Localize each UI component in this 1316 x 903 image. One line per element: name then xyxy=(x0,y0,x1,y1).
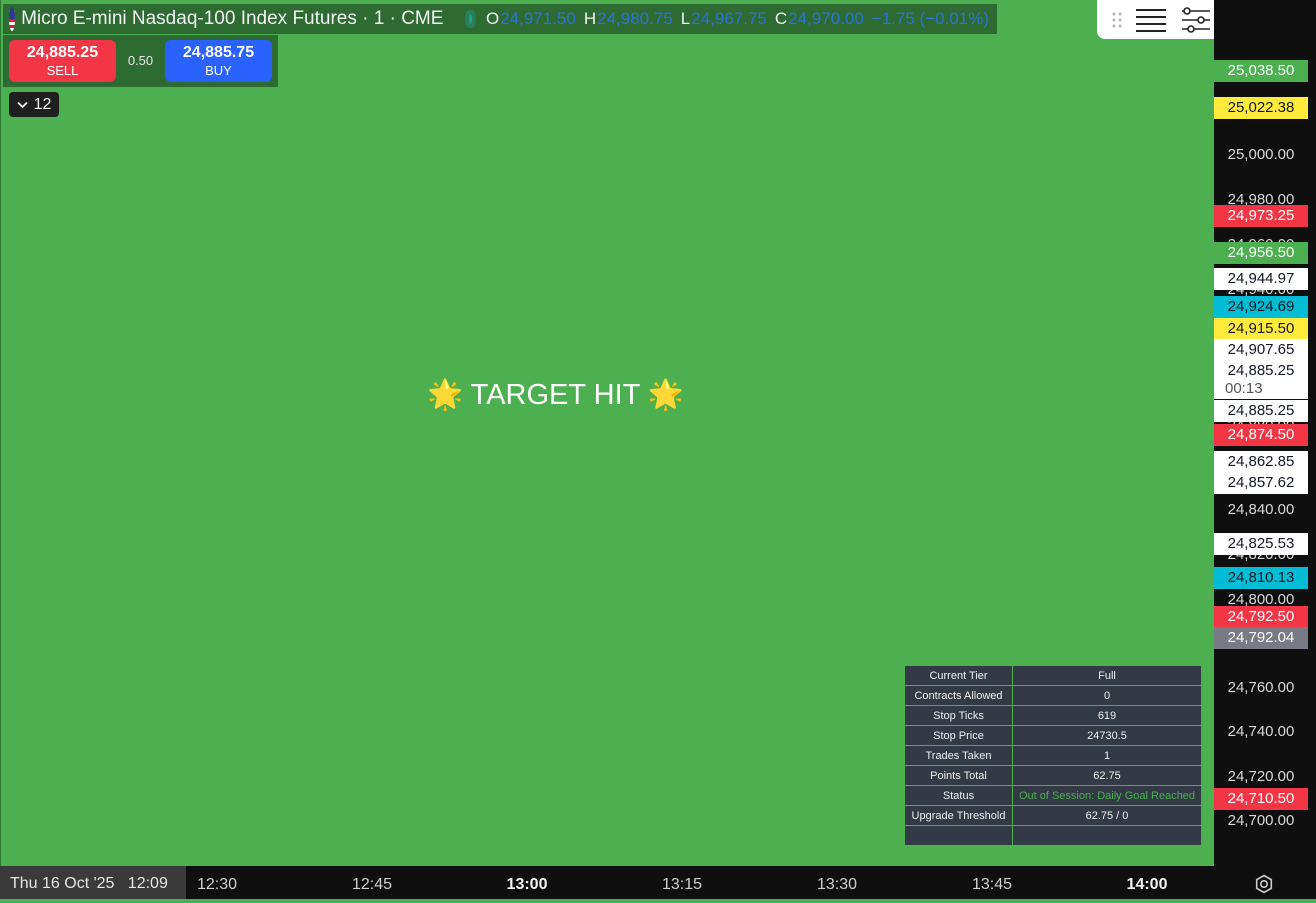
table-row: Trades Taken 1 xyxy=(904,745,1202,766)
stat-key xyxy=(904,825,1013,846)
price-tick-label: 24,840.00 xyxy=(1227,501,1295,518)
time-text: 12:09 xyxy=(127,875,168,892)
price-level-label: 24,825.53 xyxy=(1214,533,1308,555)
sell-price: 24,885.25 xyxy=(26,44,99,61)
buy-label: BUY xyxy=(205,63,232,78)
trade-panel: 24,885.25 SELL 0.50 24,885.75 BUY xyxy=(3,35,278,87)
indicator-count: 12 xyxy=(33,95,52,113)
price-tick-label: 24,740.00 xyxy=(1227,723,1295,740)
stat-value: 62.75 / 0 xyxy=(1012,805,1202,826)
stat-key: Contracts Allowed xyxy=(904,685,1013,706)
price-level-label: 24,956.50 xyxy=(1214,242,1308,264)
table-row: Contracts Allowed 0 xyxy=(904,685,1202,706)
stat-key: Status xyxy=(904,785,1013,806)
stat-key: Upgrade Threshold xyxy=(904,805,1013,826)
time-tick-label: 14:00 xyxy=(1126,876,1168,893)
stat-value: 1 xyxy=(1012,745,1202,766)
time-tick-label: 13:45 xyxy=(971,876,1013,893)
price-tick-label: 24,700.00 xyxy=(1227,812,1295,829)
stat-value: 619 xyxy=(1012,705,1202,726)
table-row: Stop Ticks 619 xyxy=(904,705,1202,726)
sell-label: SELL xyxy=(46,63,79,78)
stat-value: Full xyxy=(1012,665,1202,686)
price-level-label: 24,973.25 xyxy=(1214,205,1308,227)
buy-price: 24,885.75 xyxy=(182,44,255,61)
crosshair-date-label: Thu 16 Oct '25 12:09 xyxy=(0,866,186,899)
price-level-label: 24,907.65 xyxy=(1214,339,1308,361)
market-status-icon[interactable] xyxy=(469,14,472,24)
line-tool-settings-icon[interactable] xyxy=(1180,5,1213,35)
stat-value: 62.75 xyxy=(1012,765,1202,786)
table-row xyxy=(904,825,1202,846)
time-tick-label: 13:30 xyxy=(816,876,858,893)
buy-button[interactable]: 24,885.75 BUY xyxy=(165,40,272,82)
price-level-label: 24,710.50 xyxy=(1214,788,1308,810)
sell-button[interactable]: 24,885.25 SELL xyxy=(9,40,116,82)
stat-value: 24730.5 xyxy=(1012,725,1202,746)
spread-value: 0.50 xyxy=(127,53,154,68)
price-tick-label: 24,720.00 xyxy=(1227,768,1295,785)
table-row: Points Total 62.75 xyxy=(904,765,1202,786)
us-flag-icon xyxy=(9,7,16,31)
stat-key: Trades Taken xyxy=(904,745,1013,766)
price-tick-label: 25,000.00 xyxy=(1227,146,1295,163)
stat-value: Out of Session: Daily Goal Reached xyxy=(1012,785,1202,806)
stat-key: Current Tier xyxy=(904,665,1013,686)
chevron-down-icon xyxy=(16,101,28,108)
time-tick-label: 12:30 xyxy=(196,876,238,893)
price-level-label: 24,874.50 xyxy=(1214,424,1308,446)
price-level-label: 24,857.62 xyxy=(1214,472,1308,494)
collapse-indicators-button[interactable]: 12 xyxy=(9,92,59,117)
table-row: Upgrade Threshold 62.75 / 0 xyxy=(904,805,1202,826)
indicators-list-icon[interactable] xyxy=(1134,5,1167,35)
date-text: Thu 16 Oct '25 xyxy=(10,875,115,892)
price-level-label: 24,924.69 xyxy=(1214,296,1308,318)
price-level-label: 25,038.50 xyxy=(1214,60,1308,82)
high-label: H xyxy=(583,9,597,28)
stat-key: Stop Ticks xyxy=(904,705,1013,726)
price-level-label: 24,885.25 xyxy=(1214,400,1308,422)
price-level-label: 24,810.13 xyxy=(1214,567,1308,589)
close-label: C xyxy=(774,9,788,28)
high-value: 24,980.75 xyxy=(597,9,673,28)
price-level-label: 24,792.04 xyxy=(1214,627,1308,649)
price-level-label: 24,944.97 xyxy=(1214,268,1308,290)
price-level-label: 24,862.85 xyxy=(1214,451,1308,473)
time-tick-label: 12:45 xyxy=(351,876,393,893)
stat-value xyxy=(1012,825,1202,846)
symbol-title[interactable]: Micro E-mini Nasdaq-100 Index Futures · … xyxy=(21,8,443,30)
low-value: 24,967.75 xyxy=(691,9,767,28)
open-value: 24,971.50 xyxy=(500,9,576,28)
table-row: Status Out of Session: Daily Goal Reached xyxy=(904,785,1202,806)
time-tick-label: 13:15 xyxy=(661,876,703,893)
settings-gear-icon[interactable] xyxy=(1254,874,1274,894)
low-label: L xyxy=(680,9,691,28)
bar-countdown: 00:13 xyxy=(1214,379,1308,399)
open-label: O xyxy=(485,9,500,28)
drag-handle-icon[interactable] xyxy=(1111,10,1123,29)
price-tick-label: 24,760.00 xyxy=(1227,679,1295,696)
price-level-label: 25,022.38 xyxy=(1214,97,1308,119)
table-row: Stop Price 24730.5 xyxy=(904,725,1202,746)
stat-key: Points Total xyxy=(904,765,1013,786)
close-value: 24,970.00 xyxy=(788,9,864,28)
stat-value: 0 xyxy=(1012,685,1202,706)
price-level-label: 24,792.50 xyxy=(1214,606,1308,628)
stat-key: Stop Price xyxy=(904,725,1013,746)
target-hit-banner: 🌟 TARGET HIT 🌟 xyxy=(427,379,684,411)
price-level-label: 24,915.50 xyxy=(1214,318,1308,340)
time-tick-label: 13:00 xyxy=(506,876,548,893)
time-axis[interactable]: Thu 16 Oct '25 12:09 12:30 12:45 13:00 13:1… xyxy=(0,866,1316,899)
change-value: −1.75 (−0.01%) xyxy=(871,9,989,28)
table-row: Current Tier Full xyxy=(904,665,1202,686)
risk-stats-table: Current Tier Full Contracts Allowed 0 Stop… xyxy=(904,665,1202,846)
symbol-legend[interactable]: Micro E-mini Nasdaq-100 Index Futures · … xyxy=(3,4,997,34)
